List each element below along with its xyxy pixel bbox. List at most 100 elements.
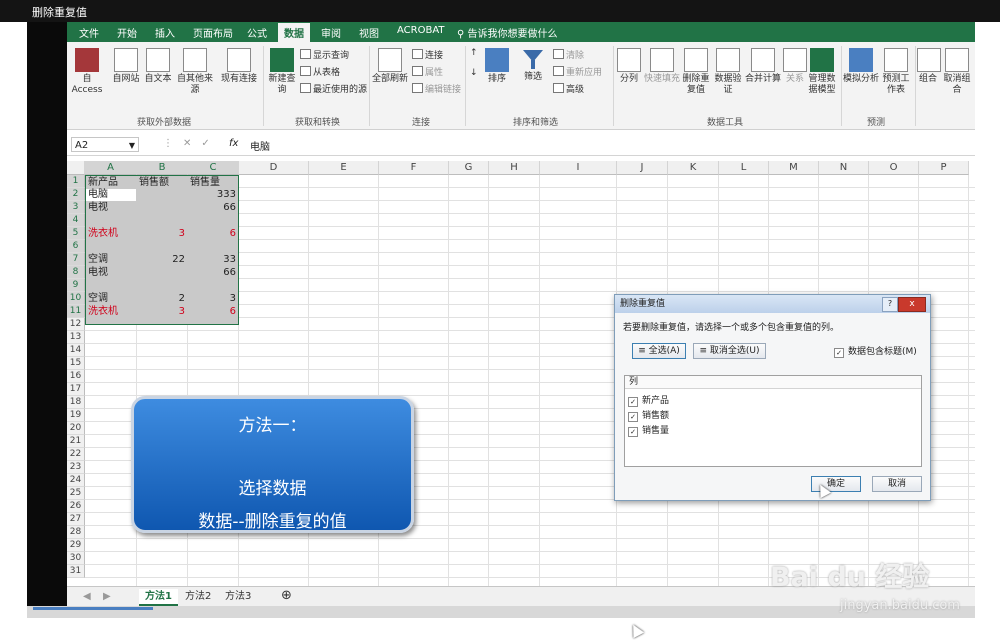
from-other-sources-button[interactable]: 自其他来源 [173,48,217,96]
tab-view[interactable]: 视图 [359,25,379,40]
cell-a5[interactable]: 洗衣机 [88,227,134,240]
row-header-10[interactable]: 10 [67,292,85,305]
text-to-columns-button[interactable]: 分列 [617,48,641,85]
cell-a7[interactable]: 空调 [88,253,134,266]
row-header-28[interactable]: 28 [67,526,85,539]
column-header-c[interactable]: C [188,161,239,175]
row-header-17[interactable]: 17 [67,383,85,396]
close-icon[interactable]: x [898,297,926,312]
ungroup-button[interactable]: 取消组合 [941,48,973,96]
cell-b10[interactable]: 2 [140,292,185,305]
from-access-button[interactable]: 自 Access [69,48,105,96]
tab-insert[interactable]: 插入 [155,25,175,40]
cell-c3[interactable]: 66 [191,201,236,214]
cell-c5[interactable]: 6 [191,227,236,240]
tab-acrobat[interactable]: ACROBAT [397,25,445,36]
from-web-button[interactable]: 自网站 [111,48,141,85]
column-header-g[interactable]: G [449,161,489,175]
formula-input[interactable]: 电脑 [250,138,270,153]
sort-asc-button[interactable]: ↑ [470,48,478,58]
properties-button[interactable]: 属性 [412,65,443,78]
row-header-25[interactable]: 25 [67,487,85,500]
column-header-m[interactable]: M [769,161,819,175]
data-validation-button[interactable]: 数据验证 [713,48,743,96]
advanced-filter-button[interactable]: 高级 [553,82,584,95]
from-text-button[interactable]: 自文本 [143,48,173,85]
cell-c7[interactable]: 33 [191,253,236,266]
tell-me-box[interactable]: ⚲ 告诉我你想要做什么 [457,25,558,40]
column-header-n[interactable]: N [819,161,869,175]
sheet-tab-1[interactable]: 方法1 [139,589,178,606]
unselect-all-button[interactable]: ≡ 取消全选(U) [693,343,766,359]
clear-filter-button[interactable]: 清除 [553,48,584,61]
recent-sources-button[interactable]: 最近使用的源 [300,82,367,95]
row-header-15[interactable]: 15 [67,357,85,370]
tab-review[interactable]: 审阅 [321,25,341,40]
row-header-9[interactable]: 9 [67,279,85,292]
row-header-2[interactable]: 2 [67,188,85,201]
row-header-7[interactable]: 7 [67,253,85,266]
column-header-j[interactable]: J [617,161,668,175]
cell-a10[interactable]: 空调 [88,292,134,305]
existing-connections-button[interactable]: 现有连接 [219,48,259,85]
scroll-right-arrow[interactable]: ▶ [97,589,117,604]
video-progress-bar[interactable] [33,607,153,610]
row-header-8[interactable]: 8 [67,266,85,279]
help-icon[interactable]: ? [882,297,898,312]
cell-a2[interactable]: 电脑 [88,188,134,201]
manage-data-model-button[interactable]: 管理数据模型 [807,48,837,96]
tab-file[interactable]: 文件 [79,25,99,40]
cell-a11[interactable]: 洗衣机 [88,305,134,318]
row-header-16[interactable]: 16 [67,370,85,383]
cell-c8[interactable]: 66 [191,266,236,279]
row-header-30[interactable]: 30 [67,552,85,565]
column-checkbox-product[interactable]: ✓ 新产品 [628,393,669,407]
row-header-21[interactable]: 21 [67,435,85,448]
row-header-23[interactable]: 23 [67,461,85,474]
edit-links-button[interactable]: 编辑链接 [412,82,461,95]
add-sheet-icon[interactable]: ⊕ [275,589,298,603]
row-header-3[interactable]: 3 [67,201,85,214]
column-header-b[interactable]: B [137,161,188,175]
cell-b11[interactable]: 3 [140,305,185,318]
connections-button[interactable]: 连接 [412,48,443,61]
columns-list[interactable]: 列 ✓ 新产品 ✓ 销售额 ✓ 销售量 [624,375,922,467]
tab-data[interactable]: 数据 [278,23,310,42]
column-header-p[interactable]: P [919,161,969,175]
what-if-analysis-button[interactable]: 模拟分析 [843,48,879,85]
scroll-left-arrow[interactable]: ◀ [77,589,97,604]
column-header-l[interactable]: L [719,161,769,175]
reapply-button[interactable]: 重新应用 [553,65,602,78]
select-all-button[interactable]: ≡ 全选(A) [632,343,686,359]
tab-page-layout[interactable]: 页面布局 [193,25,233,40]
row-header-13[interactable]: 13 [67,331,85,344]
header-cell-sales[interactable]: 销售额 [139,176,169,189]
column-header-e[interactable]: E [309,161,379,175]
relationships-button[interactable]: 关系 [783,48,807,85]
formula-cancel-enter-icons[interactable]: ⋮✕✓ [163,138,220,149]
column-header-o[interactable]: O [869,161,919,175]
chevron-down-icon[interactable]: ▼ [129,138,135,153]
row-header-22[interactable]: 22 [67,448,85,461]
refresh-all-button[interactable]: 全部刷新 [372,48,408,85]
sort-desc-button[interactable]: ↓ [470,68,478,78]
row-header-29[interactable]: 29 [67,539,85,552]
cell-a3[interactable]: 电视 [88,201,134,214]
filter-button[interactable]: 筛选 [519,48,547,83]
row-header-20[interactable]: 20 [67,422,85,435]
row-header-12[interactable]: 12 [67,318,85,331]
column-header-d[interactable]: D [239,161,309,175]
row-header-18[interactable]: 18 [67,396,85,409]
flash-fill-button[interactable]: 快速填充 [643,48,681,85]
column-header-a[interactable]: A [85,161,137,175]
from-table-button[interactable]: 从表格 [300,65,340,78]
cell-b5[interactable]: 3 [140,227,185,240]
row-header-24[interactable]: 24 [67,474,85,487]
cell-c2[interactable]: 333 [191,188,236,201]
forecast-sheet-button[interactable]: 预测工作表 [881,48,911,96]
consolidate-button[interactable]: 合并计算 [743,48,783,85]
row-header-14[interactable]: 14 [67,344,85,357]
sort-button[interactable]: 排序 [483,48,511,85]
row-header-19[interactable]: 19 [67,409,85,422]
cell-c11[interactable]: 6 [191,305,236,318]
